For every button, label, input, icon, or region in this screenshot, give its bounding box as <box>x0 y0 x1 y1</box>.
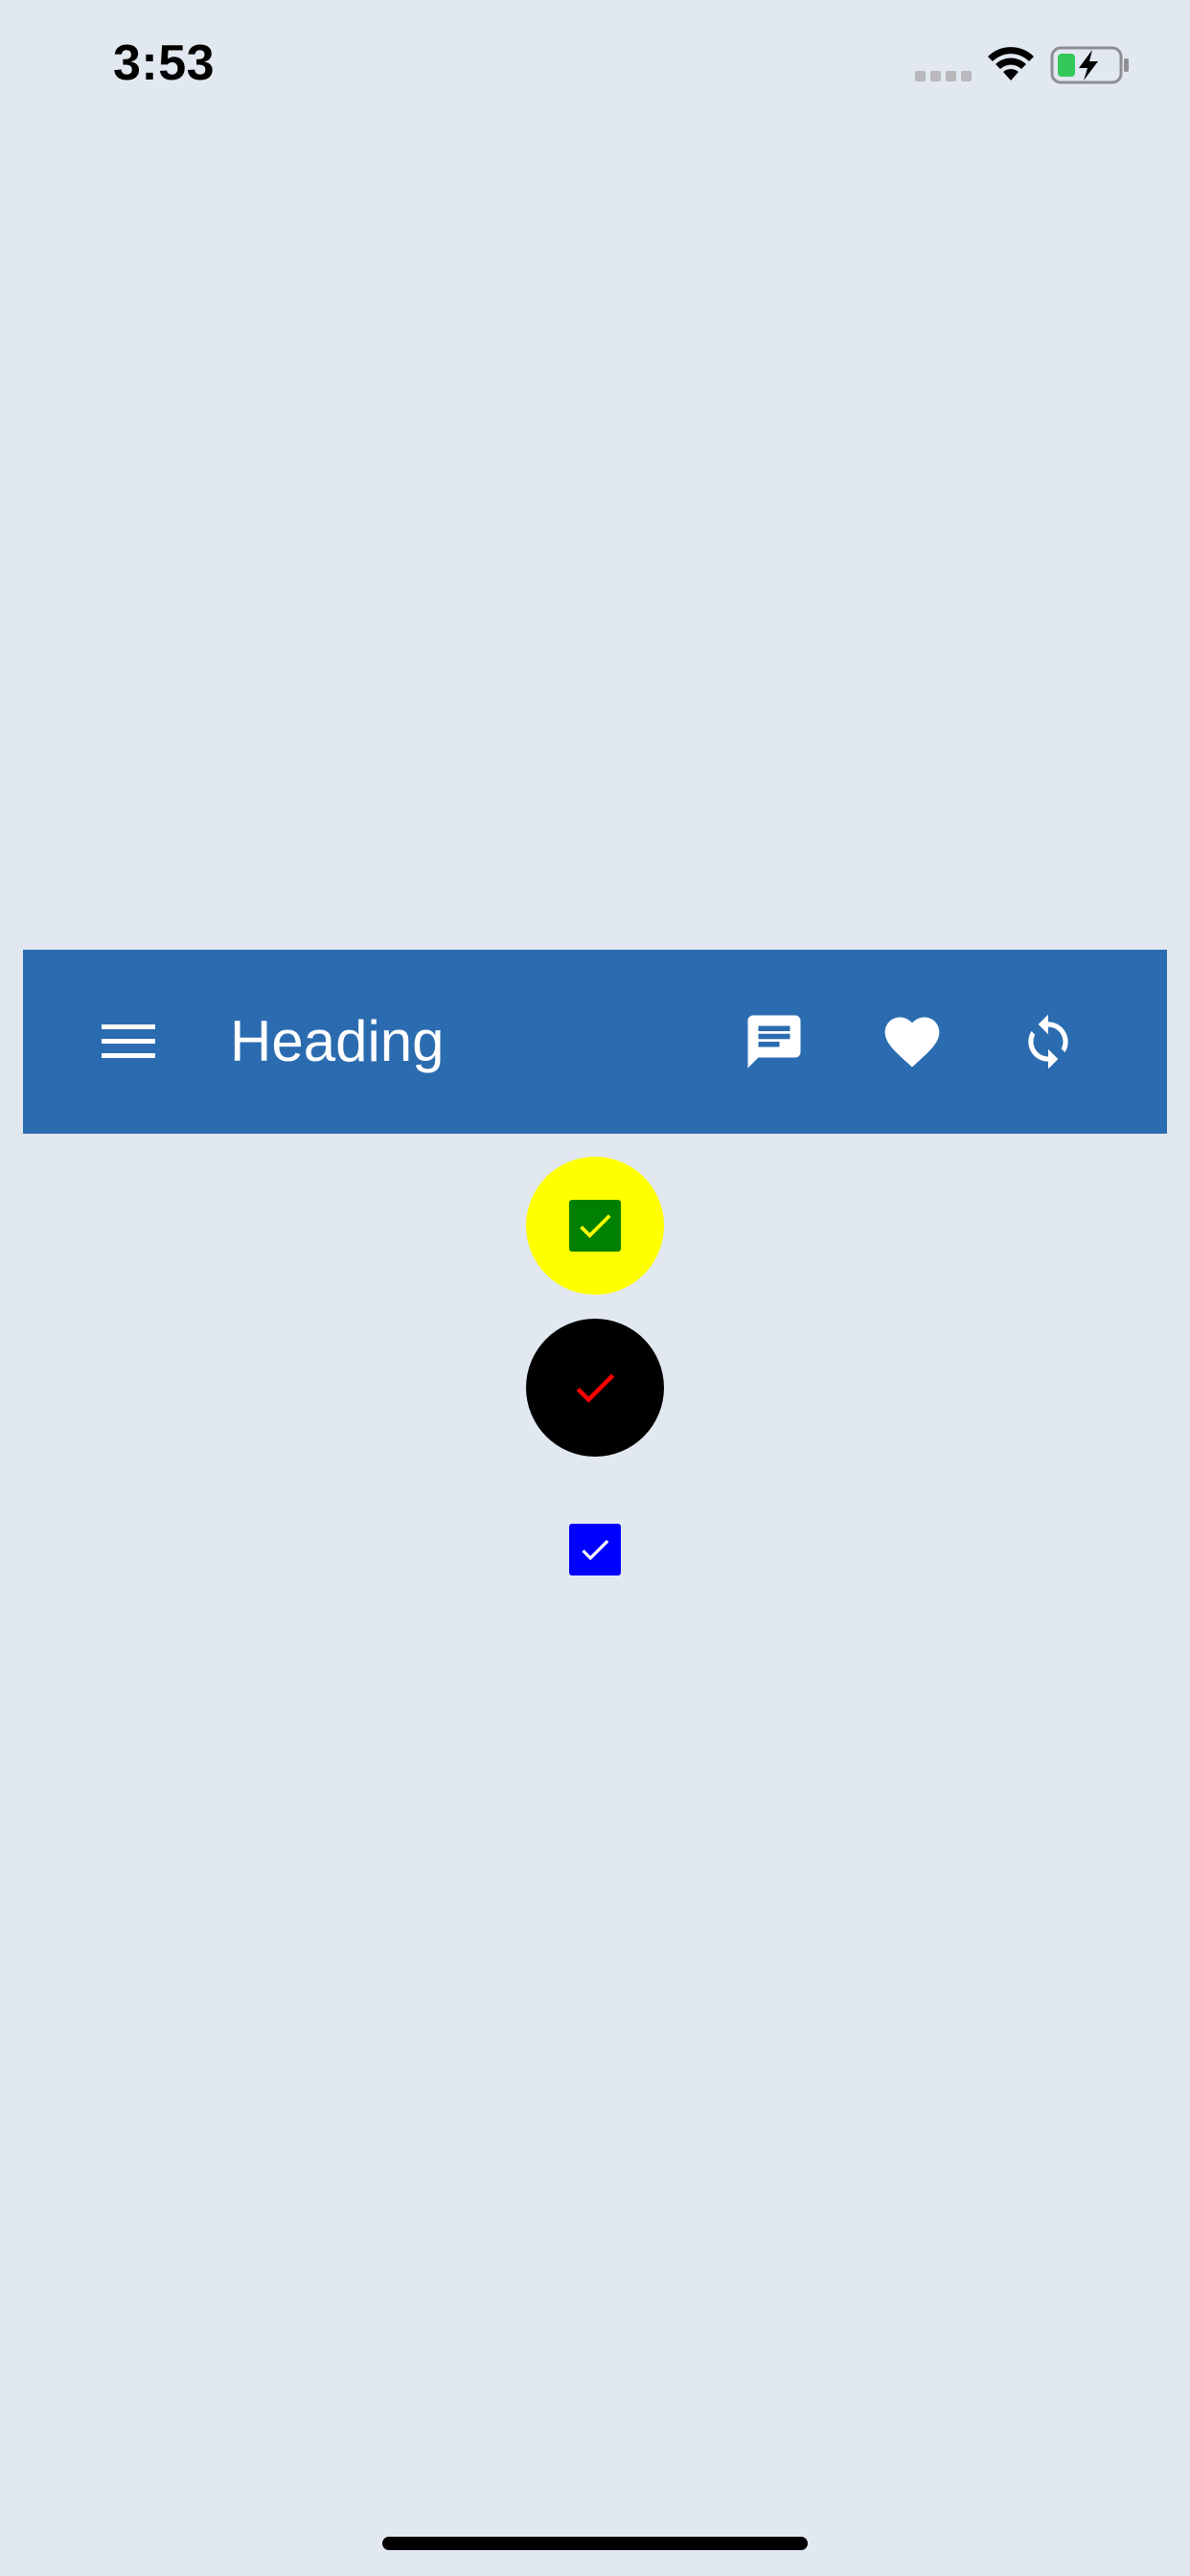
checkbox-yellow[interactable] <box>526 1157 664 1295</box>
menu-button[interactable] <box>80 1007 176 1076</box>
checkbox-black[interactable] <box>526 1319 664 1457</box>
favorite-button[interactable] <box>870 1000 954 1084</box>
message-button[interactable] <box>732 1000 816 1084</box>
status-bar: 3:53 <box>0 0 1190 134</box>
wifi-icon <box>988 47 1034 80</box>
check-icon <box>580 1214 611 1238</box>
page-title: Heading <box>230 1009 445 1073</box>
status-time: 3:53 <box>113 35 216 91</box>
battery-charging-icon <box>1050 46 1129 84</box>
cellular-signal-icon <box>915 71 972 81</box>
refresh-button[interactable] <box>1006 1000 1090 1084</box>
app-bar: Heading <box>23 950 1167 1134</box>
checkbox-blue[interactable] <box>569 1524 621 1576</box>
heart-icon <box>884 1017 940 1068</box>
checkbox-box <box>569 1362 621 1414</box>
refresh-icon <box>1028 1014 1068 1070</box>
message-icon <box>747 1015 801 1069</box>
home-indicator[interactable] <box>382 2537 808 2550</box>
check-icon <box>576 1373 615 1403</box>
check-icon <box>582 1539 609 1561</box>
app-screen: 3:53 Heading <box>0 0 1190 2576</box>
checkbox-box <box>569 1200 621 1252</box>
menu-icon <box>102 1024 155 1058</box>
